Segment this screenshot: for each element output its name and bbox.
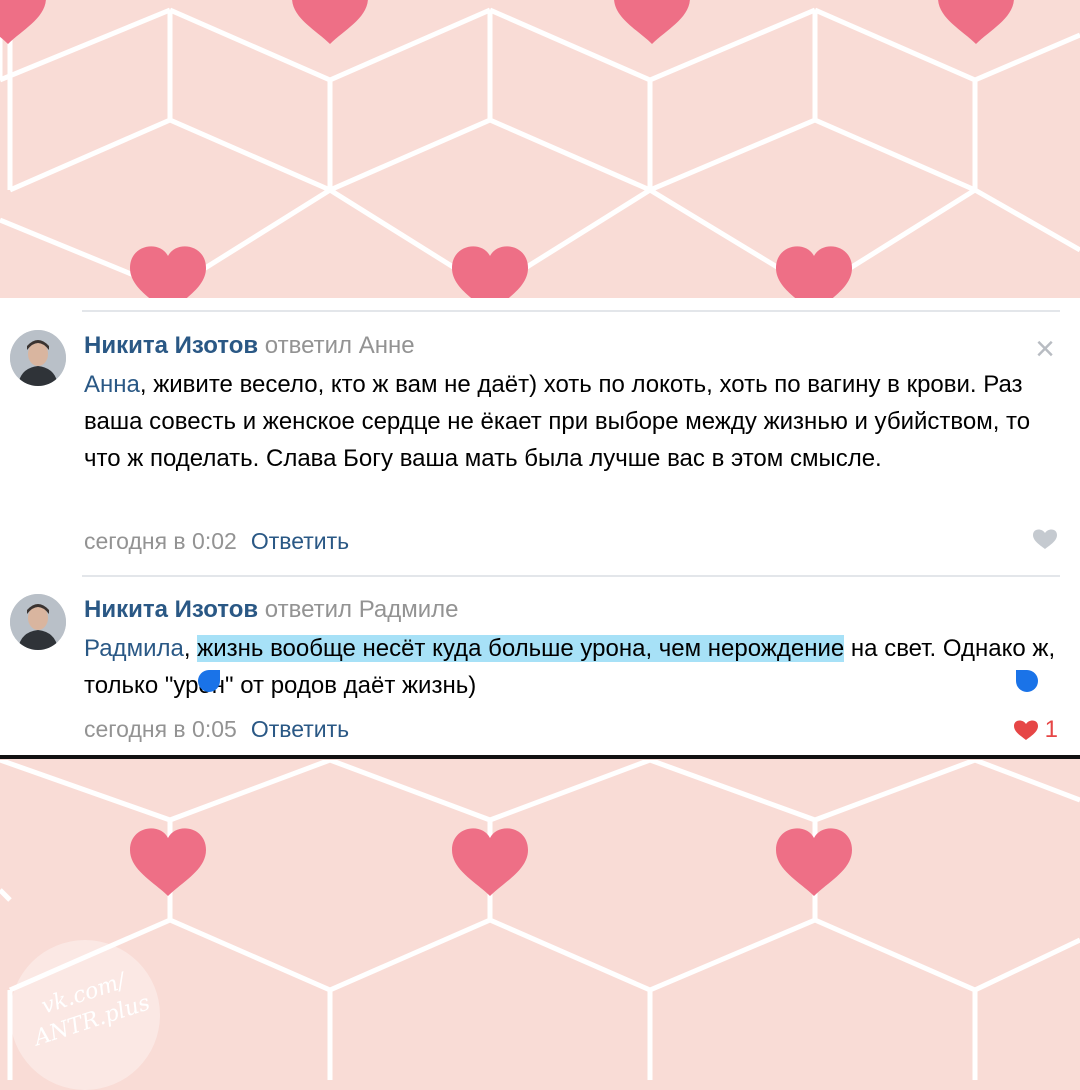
comment-body-before: , <box>183 635 198 662</box>
reply-to-label[interactable]: ответил Анне <box>265 332 415 359</box>
selection-handle-start[interactable] <box>198 670 220 692</box>
like-button[interactable]: 1 <box>1013 716 1058 744</box>
decorative-pattern-top <box>0 0 1080 298</box>
like-button[interactable] <box>1032 528 1058 550</box>
comment-text: Радмила, жизнь вообще несёт куда больше … <box>84 630 1064 704</box>
heart-filled-icon <box>1013 720 1038 740</box>
top-divider <box>82 310 1060 312</box>
like-count: 1 <box>1044 716 1058 743</box>
reply-button[interactable]: Ответить <box>251 716 349 742</box>
user-avatar[interactable] <box>10 594 66 650</box>
reply-button[interactable]: Ответить <box>251 528 349 554</box>
comment-meta: сегодня в 0:05 Ответить <box>84 713 349 745</box>
author-name[interactable]: Никита Изотов <box>84 596 258 623</box>
comment-body: , живите весело, кто ж вам не даёт) хоть… <box>84 371 1031 472</box>
comment-date[interactable]: сегодня в 0:02 <box>84 528 237 554</box>
reply-to-label[interactable]: ответил Радмиле <box>265 596 459 623</box>
user-avatar[interactable] <box>10 330 66 386</box>
comment-divider <box>82 575 1060 577</box>
decorative-pattern-bottom <box>0 760 1080 1080</box>
mention-link[interactable]: Анна <box>84 371 140 398</box>
comment-text: Анна, живите весело, кто ж вам не даёт) … <box>84 366 1064 477</box>
author-line: Никита Изотов ответил Радмиле <box>84 594 459 626</box>
selected-text[interactable]: жизнь вообще несёт куда больше урона, че… <box>197 635 845 662</box>
author-name[interactable]: Никита Изотов <box>84 332 258 359</box>
comment-date[interactable]: сегодня в 0:05 <box>84 716 237 742</box>
selection-handle-end[interactable] <box>1016 670 1038 692</box>
comment-meta: сегодня в 0:02 Ответить <box>84 525 349 557</box>
comments-card: Никита Изотов ответил Анне × Анна, живит… <box>0 298 1080 759</box>
close-icon[interactable]: × <box>1032 332 1058 366</box>
author-line: Никита Изотов ответил Анне <box>84 330 415 362</box>
heart-outline-icon <box>1033 529 1057 549</box>
mention-link[interactable]: Радмила <box>84 635 184 662</box>
